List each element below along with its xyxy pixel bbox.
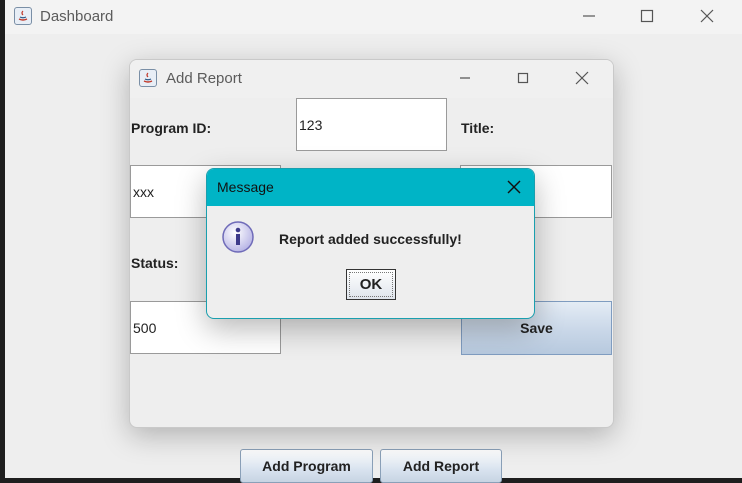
- message-titlebar: Message: [207, 169, 534, 206]
- ok-button[interactable]: OK: [346, 269, 396, 300]
- info-icon: [221, 220, 255, 254]
- message-title: Message: [217, 179, 274, 195]
- add-report-titlebar: Add Report: [130, 60, 613, 98]
- message-dialog: Message Report added successfully! OK: [206, 168, 535, 319]
- maximize-icon[interactable]: [513, 68, 533, 88]
- program-id-field[interactable]: 123: [296, 98, 447, 151]
- minimize-icon[interactable]: [455, 68, 475, 88]
- dashboard-titlebar: Dashboard: [5, 0, 742, 34]
- program-id-label: Program ID:: [131, 120, 212, 136]
- add-report-title: Add Report: [166, 70, 242, 87]
- status-label: Status:: [131, 255, 179, 271]
- title-label: Title:: [461, 120, 495, 136]
- minimize-icon[interactable]: [579, 6, 599, 26]
- message-text: Report added successfully!: [279, 231, 462, 247]
- close-icon[interactable]: [572, 68, 592, 88]
- ok-label: OK: [359, 276, 383, 293]
- maximize-icon[interactable]: [637, 6, 657, 26]
- dashboard-title: Dashboard: [40, 8, 114, 25]
- java-app-icon: [14, 7, 32, 25]
- java-app-icon: [139, 69, 157, 87]
- close-icon[interactable]: [697, 6, 717, 26]
- close-icon[interactable]: [504, 177, 524, 197]
